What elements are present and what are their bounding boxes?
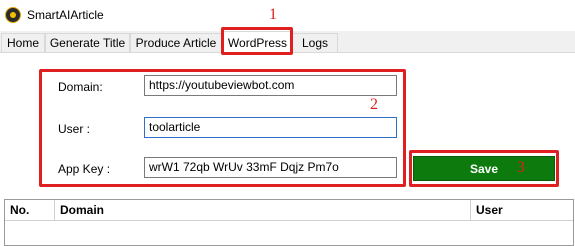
save-button[interactable]: Save bbox=[413, 156, 555, 181]
annotation-box-tab bbox=[221, 27, 293, 55]
domain-label: Domain: bbox=[58, 80, 103, 94]
app-logo-icon bbox=[5, 7, 21, 23]
user-label: User : bbox=[58, 122, 91, 136]
column-header-no[interactable]: No. bbox=[5, 200, 55, 220]
window-title: SmartAIArticle bbox=[27, 8, 104, 22]
table-header: No. Domain User bbox=[5, 200, 573, 221]
tab-logs[interactable]: Logs bbox=[292, 33, 338, 52]
tab-generate-title[interactable]: Generate Title bbox=[45, 33, 130, 52]
title-bar: SmartAIArticle bbox=[0, 0, 575, 30]
annotation-number-2: 2 bbox=[370, 96, 378, 113]
annotation-number-1: 1 bbox=[269, 6, 277, 23]
domain-field[interactable]: https://youtubeviewbot.com bbox=[144, 75, 397, 96]
tab-produce-article[interactable]: Produce Article bbox=[130, 33, 222, 52]
annotation-number-3: 3 bbox=[517, 159, 525, 176]
column-header-domain[interactable]: Domain bbox=[55, 200, 471, 220]
app-key-field[interactable]: wrW1 72qb WrUv 33mF Dqjz Pm7o bbox=[144, 157, 397, 178]
app-key-label: App Key : bbox=[58, 162, 111, 176]
column-header-user[interactable]: User bbox=[471, 200, 573, 220]
user-field[interactable]: toolarticle bbox=[144, 117, 397, 138]
tab-home[interactable]: Home bbox=[1, 33, 45, 52]
domains-table[interactable]: No. Domain User bbox=[4, 199, 574, 246]
